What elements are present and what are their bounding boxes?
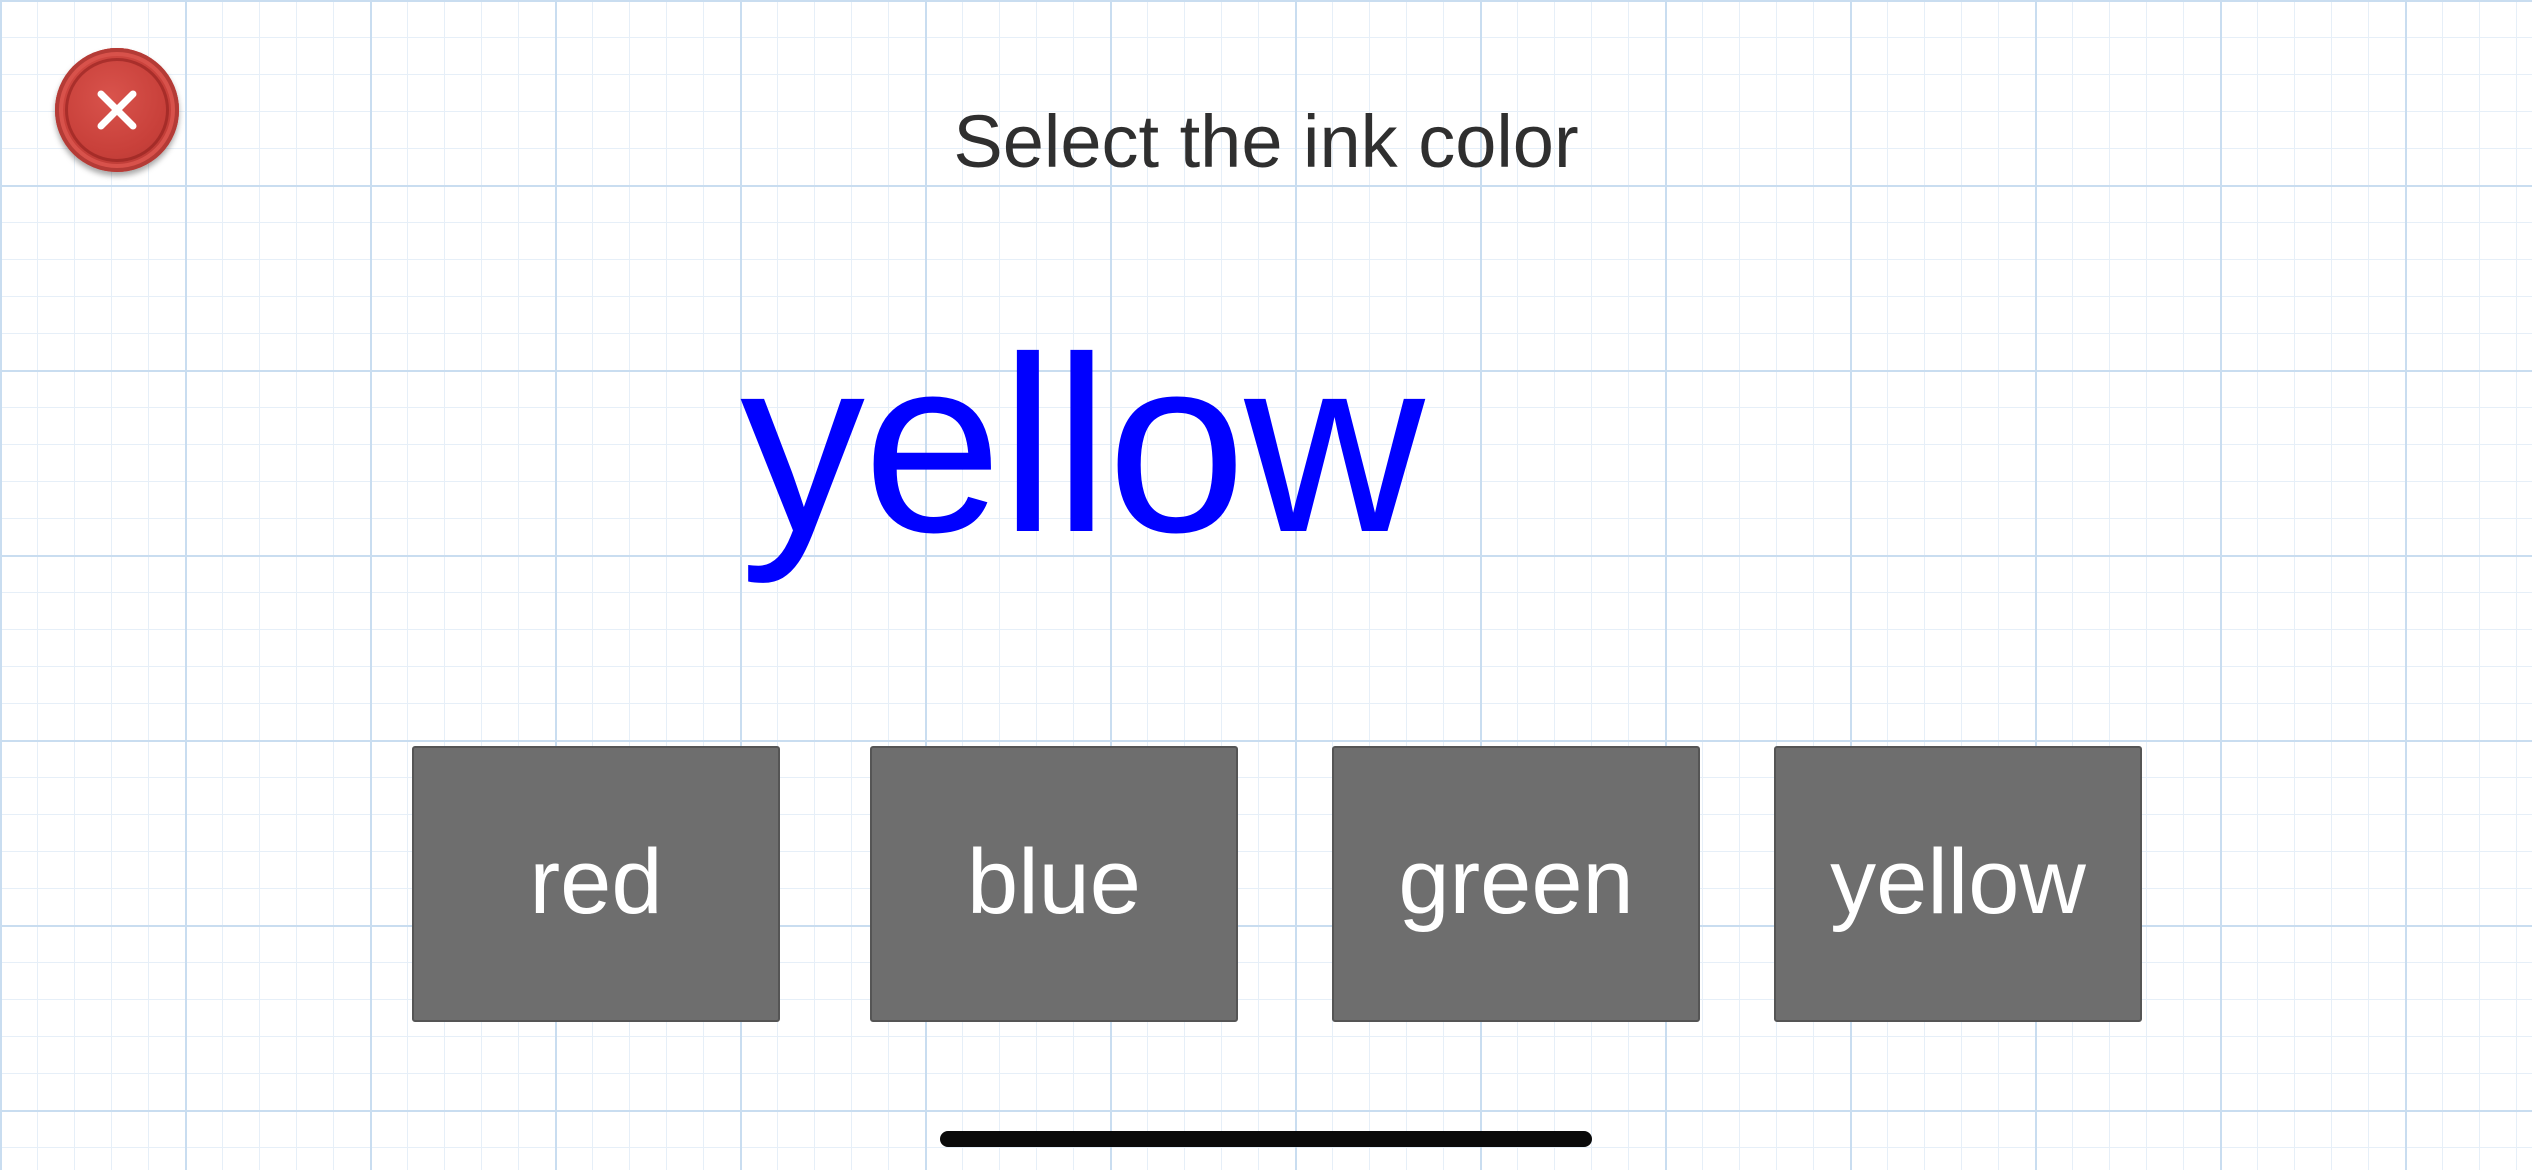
home-indicator[interactable]: [940, 1131, 1592, 1147]
answer-button-green[interactable]: green: [1332, 746, 1700, 1022]
answer-button-label: yellow: [1830, 831, 2086, 933]
instruction-text: Select the ink color: [953, 100, 1579, 183]
answer-button-blue[interactable]: blue: [870, 746, 1238, 1022]
answer-button-red[interactable]: red: [412, 746, 780, 1022]
stimulus-word: yellow: [740, 305, 1425, 584]
answer-button-label: red: [529, 831, 663, 933]
answer-button-label: blue: [967, 831, 1141, 933]
answer-button-label: green: [1398, 831, 1634, 933]
answer-button-yellow[interactable]: yellow: [1774, 746, 2142, 1022]
